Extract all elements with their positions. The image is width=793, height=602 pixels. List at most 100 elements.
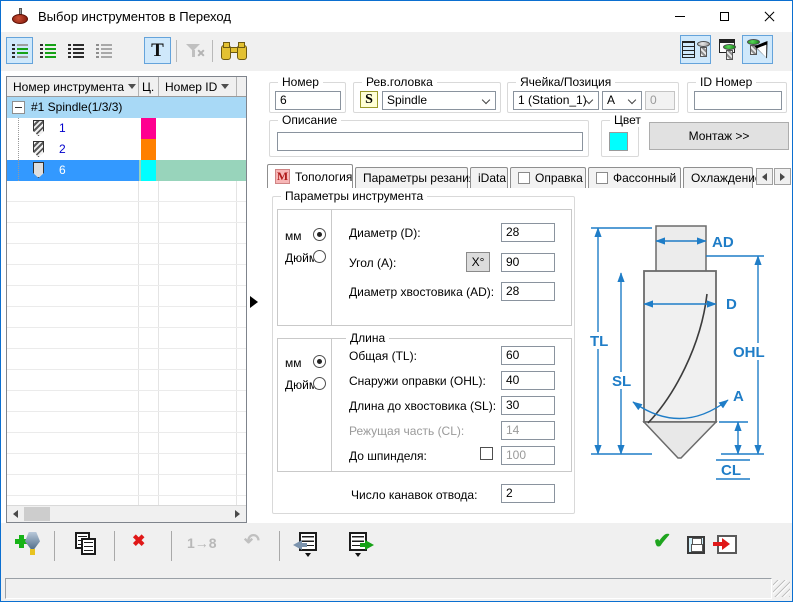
top-toolbar: T — [1, 32, 792, 71]
export-list-button[interactable] — [346, 532, 374, 557]
flutes-field[interactable]: 2 — [501, 484, 555, 503]
tab-scroll-left-button[interactable] — [756, 168, 773, 185]
copy-tool-button[interactable] — [74, 532, 97, 555]
save-button[interactable] — [687, 536, 705, 554]
label-ad: AD — [712, 234, 734, 251]
tool-color-cell — [139, 139, 159, 160]
tool-table-view-button[interactable] — [680, 35, 711, 64]
collapse-icon[interactable] — [12, 101, 25, 114]
tab-scroll-right-button[interactable] — [774, 168, 791, 185]
inch-radio-2[interactable] — [313, 377, 326, 390]
label-tl: TL — [590, 333, 608, 350]
id-number-field[interactable] — [694, 91, 782, 110]
delete-tool-button[interactable]: ✖ — [132, 534, 145, 550]
station-combo[interactable]: 1 (Station_1) — [513, 91, 599, 110]
m-icon: M — [275, 169, 290, 184]
toolbar-separator — [176, 40, 177, 62]
minimize-button[interactable] — [657, 2, 702, 31]
column-header-color[interactable]: Ц. — [139, 77, 159, 96]
label-ohl: OHL — [733, 344, 765, 361]
tool-body — [643, 270, 717, 423]
total-length-field[interactable]: 60 — [501, 346, 555, 365]
toolbar-separator — [114, 531, 115, 561]
tool-row-6-selected[interactable]: 6 — [7, 160, 246, 181]
mm-radio-1[interactable] — [313, 228, 326, 241]
spindle-icon: S — [360, 91, 378, 108]
tab-shaped[interactable]: Фассонный — [588, 167, 681, 188]
inch-radio-1[interactable] — [313, 250, 326, 263]
maximize-button[interactable] — [702, 2, 747, 31]
head-combo[interactable]: Spindle — [382, 91, 496, 110]
color-group: Цвет — [601, 113, 645, 157]
spindle-group-row[interactable]: #1 Spindle(1/3/3) — [7, 97, 246, 118]
undo-button: ↶ — [244, 532, 260, 551]
sort-desc-icon — [221, 84, 230, 89]
tab-cutting-params[interactable]: Параметры резания — [355, 167, 475, 188]
scroll-left-button[interactable] — [7, 506, 24, 522]
head-group-label: Рев.головка — [362, 75, 437, 89]
tab-topology[interactable]: M Топология — [267, 164, 353, 188]
copy-icon — [74, 532, 97, 555]
position-combo[interactable]: A — [602, 91, 642, 110]
chevron-down-icon — [627, 95, 637, 105]
scroll-right-button[interactable] — [229, 506, 246, 522]
add-tool-icon — [15, 531, 42, 555]
tool-row-1[interactable]: 1 — [7, 118, 246, 139]
shank-diameter-field[interactable]: 28 — [501, 282, 555, 301]
confirm-button[interactable]: ✔ — [653, 530, 671, 552]
view-details-button[interactable] — [6, 37, 33, 64]
description-field[interactable] — [277, 132, 583, 151]
tool-window-view-button[interactable] — [714, 36, 741, 63]
diameter-field[interactable]: 28 — [501, 223, 555, 242]
tool-select-mode-button[interactable] — [742, 35, 773, 64]
exit-button[interactable] — [713, 535, 737, 554]
color-swatch — [141, 139, 156, 160]
export-list-icon — [346, 532, 374, 557]
import-list-button[interactable] — [293, 532, 321, 557]
toolbar-separator — [171, 531, 172, 561]
angle-mode-button[interactable]: X° — [466, 252, 490, 272]
section-divider — [331, 338, 332, 472]
tool-number-field[interactable]: 6 — [275, 91, 341, 110]
ohl-field[interactable]: 40 — [501, 371, 555, 390]
selected-name-cell — [7, 160, 139, 181]
tab-holder[interactable]: Оправка — [510, 167, 586, 188]
text-mode-button[interactable]: T — [144, 37, 171, 64]
length-group-title: Длина — [346, 331, 390, 345]
selected-id-cell — [159, 160, 246, 181]
shaped-checkbox[interactable] — [596, 172, 608, 184]
view-list-black-button[interactable] — [62, 37, 89, 64]
holder-checkbox[interactable] — [518, 172, 530, 184]
tool-color-cell — [139, 118, 159, 139]
mount-button[interactable]: Монтаж >> — [649, 122, 789, 150]
view-list-green-button[interactable] — [34, 37, 61, 64]
clear-filter-button[interactable] — [182, 37, 209, 64]
tool-color-swatch[interactable] — [609, 132, 628, 151]
close-icon — [764, 11, 775, 22]
cl-label: Режущая часть (CL): — [349, 424, 465, 438]
to-spindle-checkbox[interactable] — [480, 447, 493, 460]
mm-radio-2[interactable] — [313, 355, 326, 368]
close-button[interactable] — [747, 2, 792, 31]
delete-icon: ✖ — [132, 533, 146, 550]
tab-idata[interactable]: iData — [470, 167, 508, 188]
panel-expand-arrow[interactable] — [250, 296, 258, 308]
sl-field[interactable]: 30 — [501, 396, 555, 415]
tab-cooling[interactable]: Охлаждение — [683, 167, 762, 188]
view-list-gray-button[interactable] — [90, 37, 117, 64]
horizontal-scrollbar[interactable] — [7, 505, 246, 522]
toolbar-separator — [212, 40, 213, 62]
scrollbar-thumb[interactable] — [24, 507, 50, 521]
column-header-tool-number[interactable]: Номер инструмента — [7, 77, 139, 96]
total-length-label: Общая (TL): — [349, 349, 417, 363]
chevron-down-icon — [481, 95, 491, 105]
search-button[interactable] — [218, 37, 250, 64]
ohl-label: Снаружи оправки (OHL): — [349, 374, 486, 388]
angle-field[interactable]: 90 — [501, 253, 555, 272]
tool-color-cell — [139, 160, 159, 181]
tool-row-2[interactable]: 2 — [7, 139, 246, 160]
add-tool-button[interactable] — [15, 531, 42, 555]
label-cl: CL — [721, 462, 741, 479]
resize-grip[interactable] — [773, 580, 790, 597]
column-header-id[interactable]: Номер ID — [159, 77, 237, 96]
